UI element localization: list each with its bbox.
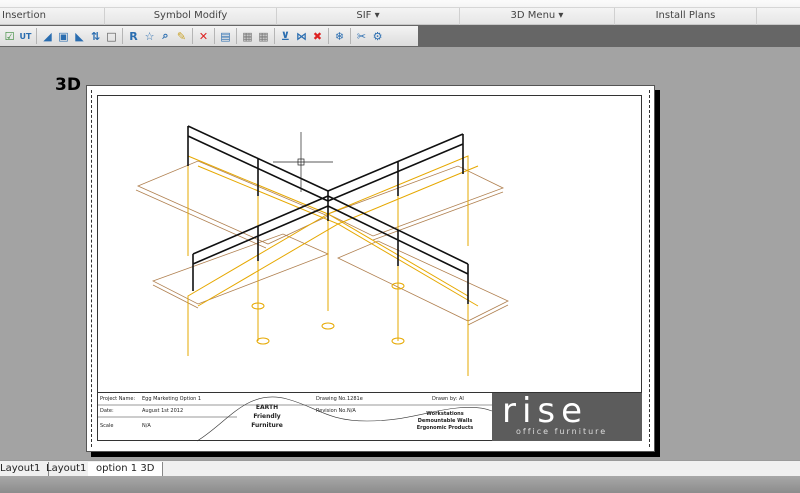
toolbar: ☑ UT ◢ ▣ ◣ ⇅ □ R ☆ ⌕ ✎ ✕ ▤ ▦ ▦ ⊻ ⋈ ✖ ❄ ✂… xyxy=(0,25,800,47)
tagline-1: Workstations xyxy=(426,411,464,417)
attach-icon[interactable]: ◢ xyxy=(40,28,55,44)
separator xyxy=(192,28,193,44)
tab-option-1-3d[interactable]: option 1 3D xyxy=(88,462,164,476)
save-3d-icon[interactable]: ▣ xyxy=(56,28,71,44)
hinge-icon[interactable]: ⊻ xyxy=(278,28,293,44)
separator xyxy=(274,28,275,44)
slogan-line-2: Friendly xyxy=(253,413,281,420)
separator xyxy=(236,28,237,44)
revision: N/A xyxy=(347,408,356,414)
grid-icon[interactable]: ▦ xyxy=(240,28,255,44)
ut-button[interactable]: UT xyxy=(18,28,33,44)
project-name-label: Project Name: xyxy=(100,396,136,402)
project-name: Egg Marketing Option 1 xyxy=(142,396,202,402)
date: August 1st 2012 xyxy=(142,408,184,414)
remove-icon[interactable]: ✖ xyxy=(310,28,325,44)
status-bar xyxy=(0,476,800,493)
scale: N/A xyxy=(142,423,151,429)
tag-icon[interactable]: ✎ xyxy=(174,28,189,44)
panel-sif[interactable]: SIF ▾ xyxy=(277,8,460,25)
ribbon-top xyxy=(0,0,800,8)
date-label: Date: xyxy=(100,408,114,414)
ribbon: Insertion Symbol Modify SIF ▾ 3D Menu ▾ … xyxy=(0,0,800,25)
workstation-drawing[interactable] xyxy=(98,96,643,392)
separator xyxy=(350,28,351,44)
grid2-icon[interactable]: ▦ xyxy=(256,28,271,44)
logo-text: rise xyxy=(502,391,589,431)
table-check-icon[interactable]: ☑ xyxy=(2,28,17,44)
panel-symbol-modify[interactable]: Symbol Modify xyxy=(105,8,277,25)
separator xyxy=(36,28,37,44)
scale-label: Scale xyxy=(100,423,114,429)
drawn-by-label: Drawn by: xyxy=(432,396,458,402)
attach-left-icon[interactable]: ◣ xyxy=(72,28,87,44)
drawing-frame xyxy=(97,95,642,441)
desk-surfaces xyxy=(135,160,509,326)
frame-icon[interactable]: ▤ xyxy=(218,28,233,44)
layout-tabs: Layout1 Layout1 (2) option 1 3D xyxy=(0,460,800,476)
slogan-line-3: Furniture xyxy=(251,422,283,429)
delete-line-icon[interactable]: ✕ xyxy=(196,28,211,44)
separator xyxy=(122,28,123,44)
panel-insertion[interactable]: Insertion xyxy=(0,8,105,25)
crosshair-cursor xyxy=(273,132,333,192)
drawn-by: AI xyxy=(459,396,464,402)
drawing-no: 1281e xyxy=(347,396,363,402)
gear-icon[interactable]: ⚙ xyxy=(370,28,385,44)
star-icon[interactable]: ☆ xyxy=(142,28,157,44)
slogan-line-1: EARTH xyxy=(255,404,279,411)
tools-icon[interactable]: ✂ xyxy=(354,28,369,44)
r-button[interactable]: R xyxy=(126,28,141,44)
panel-install-plans[interactable]: Install Plans xyxy=(615,8,757,25)
connect-icon[interactable]: ⋈ xyxy=(294,28,309,44)
search-zoom-icon[interactable]: ⌕ xyxy=(158,28,173,44)
viewport-label: 3D xyxy=(55,75,81,95)
title-block: Project Name: Egg Marketing Option 1 Dat… xyxy=(97,391,642,442)
revision-label: Revision No. xyxy=(316,408,347,414)
sort-z-icon[interactable]: ⇅ xyxy=(88,28,103,44)
separator xyxy=(214,28,215,44)
separator xyxy=(328,28,329,44)
snowflake-icon[interactable]: ❄ xyxy=(332,28,347,44)
tagline-3: Ergonomic Products xyxy=(416,425,474,431)
logo-subtext: office furniture xyxy=(516,427,608,436)
tagline-2: Demountable Walls xyxy=(417,418,473,424)
box-icon[interactable]: □ xyxy=(104,28,119,44)
drawing-no-label: Drawing No. xyxy=(316,396,347,402)
panel-3d-menu[interactable]: 3D Menu ▾ xyxy=(460,8,615,25)
layout-paper: Project Name: Egg Marketing Option 1 Dat… xyxy=(86,85,655,452)
rise-logo: rise office furniture xyxy=(492,391,642,441)
